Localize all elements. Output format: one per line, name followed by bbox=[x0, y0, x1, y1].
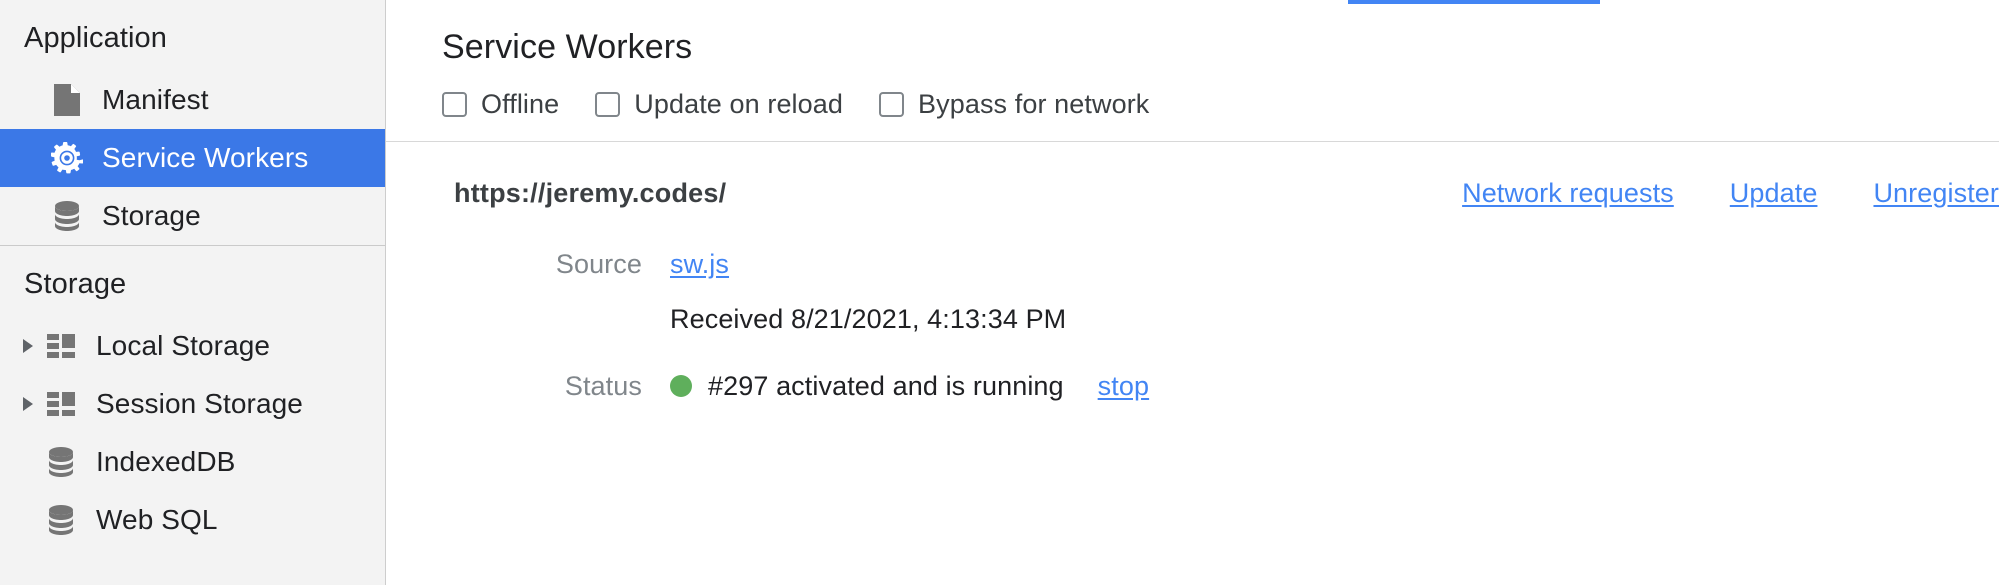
sidebar-item-label: Session Storage bbox=[96, 388, 303, 419]
sidebar-heading-application: Application bbox=[24, 22, 167, 54]
bypass-for-network-checkbox[interactable] bbox=[879, 92, 905, 117]
sidebar-item-session-storage[interactable]: Session Storage bbox=[0, 375, 385, 433]
update-on-reload-checkbox[interactable] bbox=[595, 92, 621, 117]
devtools-application-panel: Application Manifest Service Workers Sto… bbox=[0, 0, 1999, 585]
received-row: Received 8/21/2021, 4:13:34 PM bbox=[386, 280, 1999, 335]
gear-icon bbox=[50, 141, 84, 175]
sidebar-item-label: Local Storage bbox=[96, 330, 271, 361]
table-icon bbox=[44, 329, 78, 363]
active-tab-indicator bbox=[1348, 0, 1600, 4]
registration-scope: https://jeremy.codes/ bbox=[454, 178, 727, 208]
sidebar-section-application: Application Manifest Service Workers Sto… bbox=[0, 0, 385, 245]
service-worker-options: Offline Update on reload Bypass for netw… bbox=[386, 67, 1999, 120]
status-row: Status #297 activated and is running sto… bbox=[386, 335, 1999, 402]
database-icon bbox=[44, 503, 78, 537]
status-value: #297 activated and is running stop bbox=[670, 371, 1149, 402]
update-link[interactable]: Update bbox=[1730, 178, 1818, 209]
database-icon bbox=[44, 445, 78, 479]
sidebar-section-storage: Storage Local Storage Session Storage In… bbox=[0, 246, 385, 549]
network-requests-link[interactable]: Network requests bbox=[1462, 178, 1674, 209]
registration-header: https://jeremy.codes/ Network requests U… bbox=[386, 142, 1999, 209]
option-label: Offline bbox=[481, 89, 560, 119]
source-value: sw.js bbox=[670, 249, 729, 280]
sidebar-item-local-storage[interactable]: Local Storage bbox=[0, 317, 385, 375]
table-icon bbox=[44, 387, 78, 421]
registration-actions: Network requests Update Unregister bbox=[1406, 178, 1999, 209]
service-workers-panel: Service Workers Offline Update on reload… bbox=[386, 0, 1999, 585]
status-label: Status bbox=[564, 371, 642, 401]
offline-checkbox[interactable] bbox=[442, 92, 467, 117]
sidebar-item-label: Service Workers bbox=[102, 142, 309, 173]
sidebar-item-manifest[interactable]: Manifest bbox=[0, 71, 385, 129]
source-label: Source bbox=[555, 249, 642, 279]
status-running-indicator-icon bbox=[670, 375, 692, 397]
sidebar-item-web-sql[interactable]: Web SQL bbox=[0, 491, 385, 549]
option-label: Bypass for network bbox=[918, 89, 1150, 119]
unregister-link[interactable]: Unregister bbox=[1873, 178, 1999, 209]
status-text: #297 activated and is running bbox=[708, 371, 1064, 401]
option-update-on-reload[interactable]: Update on reload bbox=[595, 89, 843, 120]
chevron-right-icon[interactable] bbox=[20, 395, 44, 413]
sidebar: Application Manifest Service Workers Sto… bbox=[0, 0, 386, 585]
option-offline[interactable]: Offline bbox=[442, 89, 559, 120]
sidebar-item-label: Manifest bbox=[102, 84, 209, 115]
sidebar-item-indexeddb[interactable]: IndexedDB bbox=[0, 433, 385, 491]
sidebar-item-label: Web SQL bbox=[96, 504, 218, 535]
sidebar-item-label: IndexedDB bbox=[96, 446, 236, 477]
database-icon bbox=[50, 199, 84, 233]
page-title: Service Workers bbox=[442, 28, 693, 66]
sidebar-item-label: Storage bbox=[102, 200, 201, 231]
chevron-right-icon[interactable] bbox=[20, 337, 44, 355]
stop-link[interactable]: stop bbox=[1098, 371, 1149, 402]
sidebar-heading-storage: Storage bbox=[24, 268, 127, 300]
document-icon bbox=[50, 83, 84, 117]
received-timestamp: Received 8/21/2021, 4:13:34 PM bbox=[670, 304, 1067, 334]
source-file-link[interactable]: sw.js bbox=[670, 249, 729, 280]
sidebar-item-service-workers[interactable]: Service Workers bbox=[0, 129, 385, 187]
option-label: Update on reload bbox=[634, 89, 844, 119]
source-row: Source sw.js bbox=[386, 209, 1999, 280]
sidebar-item-storage[interactable]: Storage bbox=[0, 187, 385, 245]
option-bypass-for-network[interactable]: Bypass for network bbox=[879, 89, 1149, 120]
